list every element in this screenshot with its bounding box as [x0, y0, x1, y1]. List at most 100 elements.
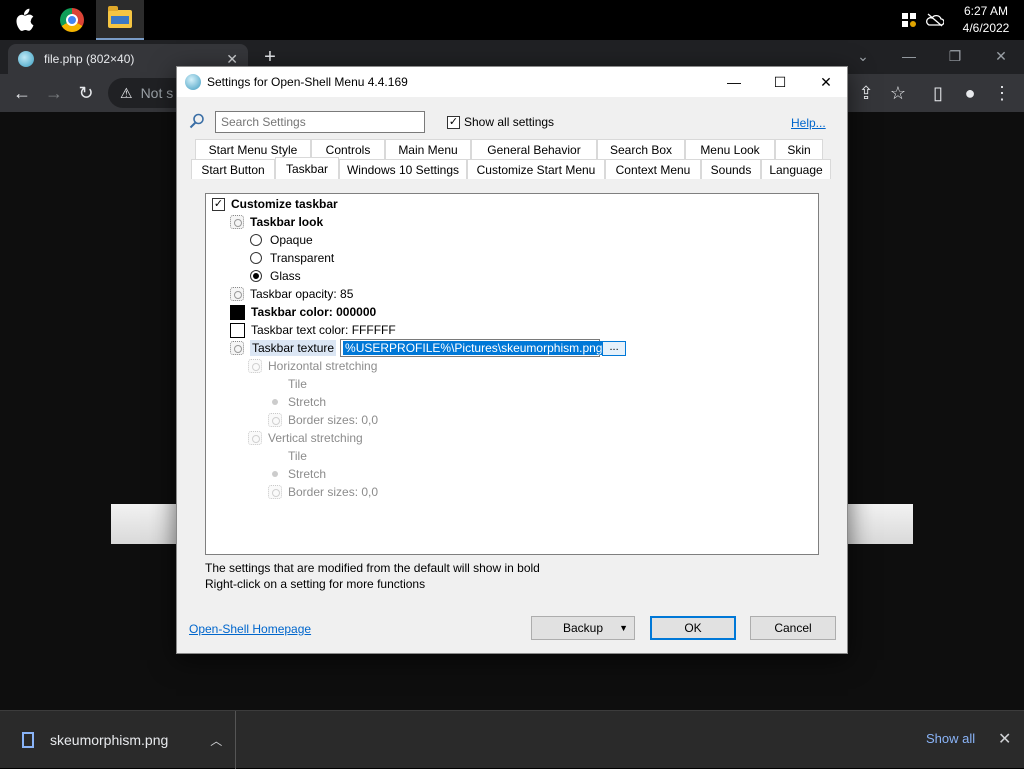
download-item[interactable]: skeumorphism.png ︿: [0, 711, 236, 769]
download-file-name: skeumorphism.png: [50, 732, 169, 748]
tab-customize-start-menu[interactable]: Customize Start Menu: [467, 159, 605, 179]
clock[interactable]: 6:27 AM 4/6/2022: [948, 3, 1024, 37]
tab-taskbar[interactable]: Taskbar: [275, 157, 339, 179]
taskbar-texture-input[interactable]: %USERPROFILE%\Pictures\skeumorphism.png: [340, 339, 605, 357]
h-stretch-item[interactable]: Stretch: [268, 393, 326, 411]
h-stretch-label: Stretch: [288, 395, 327, 409]
opaque-label: Opaque: [270, 233, 313, 247]
v-tile-item[interactable]: Tile: [288, 447, 307, 465]
h-tile-label: Tile: [288, 377, 307, 391]
show-all-settings-checkbox[interactable]: ✓ Show all settings: [447, 115, 554, 129]
reload-icon[interactable]: ↻: [72, 80, 100, 108]
taskbar-look-item[interactable]: Taskbar look: [230, 213, 323, 231]
tab-search-box[interactable]: Search Box: [597, 139, 685, 159]
h-border-sizes-item[interactable]: Border sizes: 0,0: [268, 411, 378, 429]
profile-icon[interactable]: ●: [956, 80, 984, 108]
transparent-radio[interactable]: [250, 252, 262, 264]
dialog-close-icon[interactable]: ✕: [803, 67, 849, 97]
v-stretch-item[interactable]: Stretch: [268, 465, 326, 483]
glass-radio-item[interactable]: Glass: [250, 267, 301, 285]
taskbar-texture-value: %USERPROFILE%\Pictures\skeumorphism.png: [343, 341, 605, 355]
browse-button[interactable]: ...: [602, 340, 627, 356]
glass-radio[interactable]: [250, 270, 262, 282]
security-icon[interactable]: [896, 0, 922, 40]
glass-label: Glass: [270, 269, 301, 283]
help-link[interactable]: Help...: [791, 116, 826, 130]
gear-icon: [268, 413, 282, 427]
taskbar-texture-item[interactable]: Taskbar texture %USERPROFILE%\Pictures\s…: [230, 339, 627, 357]
file-explorer-icon[interactable]: [96, 0, 144, 40]
tab-skin[interactable]: Skin: [775, 139, 823, 159]
close-window-icon[interactable]: ✕: [978, 46, 1024, 70]
system-tray: 6:27 AM 4/6/2022: [896, 0, 1024, 40]
clock-time: 6:27 AM: [963, 4, 1009, 18]
show-all-downloads-link[interactable]: Show all: [926, 731, 975, 746]
show-all-settings-label: Show all settings: [464, 115, 555, 129]
v-border-sizes-label: Border sizes: 0,0: [288, 485, 379, 499]
minimize-icon[interactable]: —: [886, 46, 932, 70]
search-settings-input[interactable]: [215, 111, 425, 133]
taskbar-opacity-label: Taskbar opacity: 85: [250, 287, 354, 301]
favicon-icon: [18, 51, 34, 67]
opaque-radio[interactable]: [250, 234, 262, 246]
close-tab-button[interactable]: ✕: [226, 51, 238, 68]
black-color-swatch: [230, 304, 245, 320]
dropdown-arrow-icon: ▼: [619, 623, 628, 633]
note-right-click: Right-click on a setting for more functi…: [205, 577, 426, 591]
checkbox[interactable]: ✓: [447, 115, 460, 129]
dialog-minimize-icon[interactable]: —: [711, 67, 757, 97]
restore-icon[interactable]: ❐: [932, 46, 978, 70]
transparent-radio-item[interactable]: Transparent: [250, 249, 334, 267]
tab-sounds[interactable]: Sounds: [701, 159, 761, 179]
ok-button[interactable]: OK: [650, 616, 736, 640]
open-shell-homepage-link[interactable]: Open-Shell Homepage: [189, 622, 311, 636]
taskbar-look-label: Taskbar look: [250, 215, 324, 229]
tab-general-behavior[interactable]: General Behavior: [471, 139, 597, 159]
customize-taskbar-item[interactable]: ✓ Customize taskbar: [212, 195, 338, 213]
v-border-sizes-item[interactable]: Border sizes: 0,0: [268, 483, 378, 501]
chevron-up-icon[interactable]: ︿: [210, 732, 222, 749]
downloads-bar: skeumorphism.png ︿ Show all ✕: [0, 710, 1024, 769]
dialog-titlebar[interactable]: Settings for Open-Shell Menu 4.4.169 — ☐…: [177, 67, 847, 97]
os-taskbar: 6:27 AM 4/6/2022: [0, 0, 1024, 40]
share-icon[interactable]: ⇪: [852, 80, 880, 108]
sidebar-icon[interactable]: ▯: [924, 80, 952, 108]
menu-icon[interactable]: ⋮: [988, 80, 1016, 108]
horizontal-stretching-item[interactable]: Horizontal stretching: [248, 357, 377, 375]
white-color-swatch: [230, 322, 245, 338]
apple-icon[interactable]: [0, 0, 48, 40]
taskbar-opacity-item[interactable]: Taskbar opacity: 85: [230, 285, 353, 303]
vertical-stretching-item[interactable]: Vertical stretching: [248, 429, 363, 447]
star-icon[interactable]: ☆: [884, 80, 912, 108]
gear-icon: [248, 431, 262, 445]
v-tile-label: Tile: [288, 449, 307, 463]
chrome-icon[interactable]: [48, 0, 96, 40]
address-text: Not s: [140, 85, 174, 101]
dialog-maximize-icon[interactable]: ☐: [757, 67, 803, 97]
tab-context-menu[interactable]: Context Menu: [605, 159, 701, 179]
settings-dialog: Settings for Open-Shell Menu 4.4.169 — ☐…: [176, 66, 848, 654]
file-icon: [22, 732, 34, 748]
tab-row-bottom: Start Button Taskbar Windows 10 Settings…: [191, 157, 831, 179]
tab-start-button[interactable]: Start Button: [191, 159, 275, 179]
taskbar-color-item[interactable]: Taskbar color: 000000: [230, 303, 376, 321]
close-downloads-icon[interactable]: ✕: [998, 729, 1011, 749]
tab-main-menu[interactable]: Main Menu: [385, 139, 471, 159]
tab-title: file.php (802×40): [44, 52, 135, 66]
forward-icon[interactable]: →: [40, 80, 68, 108]
tab-windows-10-settings[interactable]: Windows 10 Settings: [339, 159, 467, 179]
backup-button[interactable]: Backup ▼: [531, 616, 635, 640]
opaque-radio-item[interactable]: Opaque: [250, 231, 313, 249]
cancel-button[interactable]: Cancel: [750, 616, 836, 640]
tab-language[interactable]: Language: [761, 159, 831, 179]
warning-icon[interactable]: ⚠: [120, 85, 133, 102]
customize-taskbar-checkbox[interactable]: ✓: [212, 197, 225, 211]
h-tile-item[interactable]: Tile: [288, 375, 307, 393]
network-off-icon[interactable]: [922, 0, 948, 40]
back-icon[interactable]: ←: [8, 80, 36, 108]
tab-controls[interactable]: Controls: [311, 139, 385, 159]
tab-menu-look[interactable]: Menu Look: [685, 139, 775, 159]
gear-icon: [248, 359, 262, 373]
tab-start-menu-style[interactable]: Start Menu Style: [195, 139, 311, 159]
taskbar-text-color-item[interactable]: Taskbar text color: FFFFFF: [230, 321, 396, 339]
